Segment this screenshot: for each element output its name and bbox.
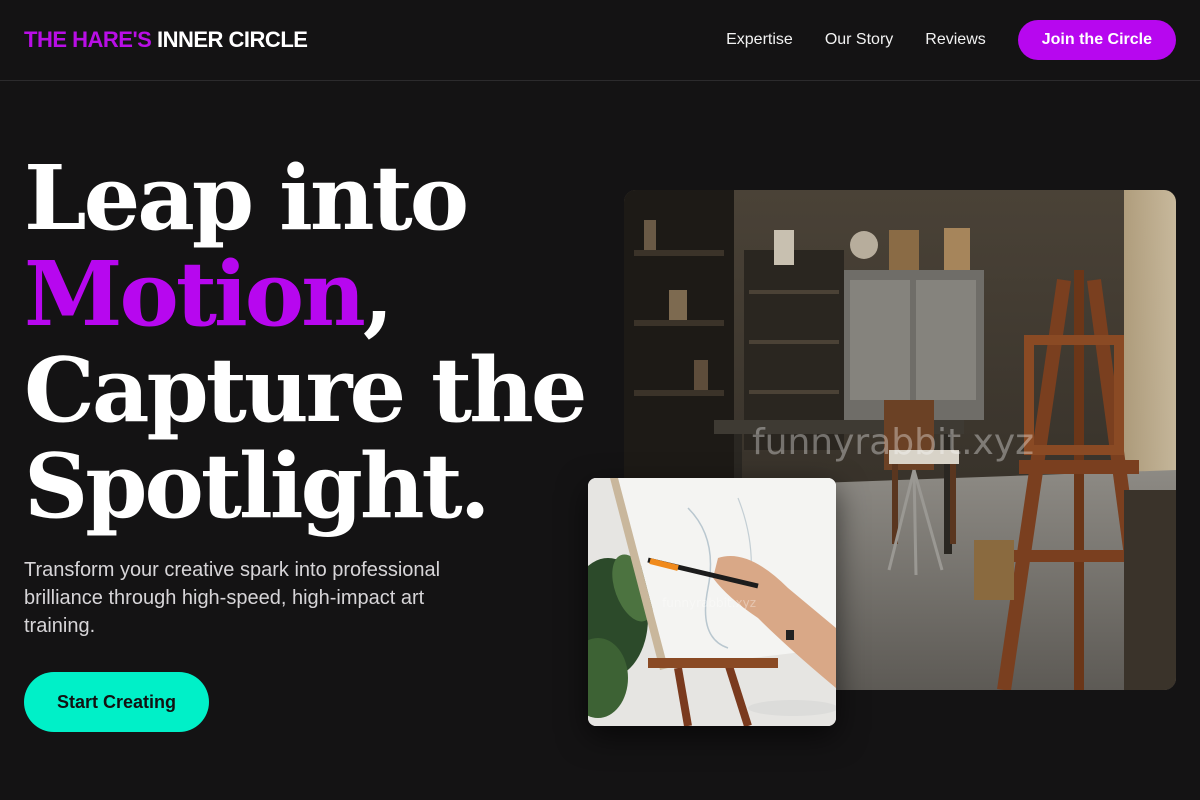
site-header: THE HARE'S INNER CIRCLE Expertise Our St… [0, 0, 1200, 81]
painter-photo-illustration [588, 478, 836, 726]
hero-title-line-3: Capture the [24, 337, 588, 442]
hero-title-comma: , [362, 241, 394, 346]
hero-title-line-1: Leap into [24, 145, 469, 250]
nav-link-expertise[interactable]: Expertise [726, 31, 793, 49]
hero-title-motion: Motion [24, 241, 366, 346]
brand-logo[interactable]: THE HARE'S INNER CIRCLE [24, 27, 308, 53]
logo-accent-text: THE HARE'S [24, 27, 152, 52]
hero-title-line-4: Spotlight. [24, 433, 491, 538]
hero-title-line-2: Motion, [24, 246, 584, 342]
start-creating-button[interactable]: Start Creating [24, 672, 209, 732]
nav-link-our-story[interactable]: Our Story [825, 31, 893, 49]
nav-link-reviews[interactable]: Reviews [925, 31, 985, 49]
main-nav: Expertise Our Story Reviews Join the Cir… [726, 20, 1176, 60]
logo-rest-text: INNER CIRCLE [156, 27, 308, 52]
join-circle-button[interactable]: Join the Circle [1017, 20, 1176, 60]
painter-photo: funnyrabbit.xyz [588, 478, 836, 726]
hero-subtitle: Transform your creative spark into profe… [24, 559, 441, 637]
hero-title: Leap into Motion, Capture the Spotlight. [24, 145, 588, 538]
